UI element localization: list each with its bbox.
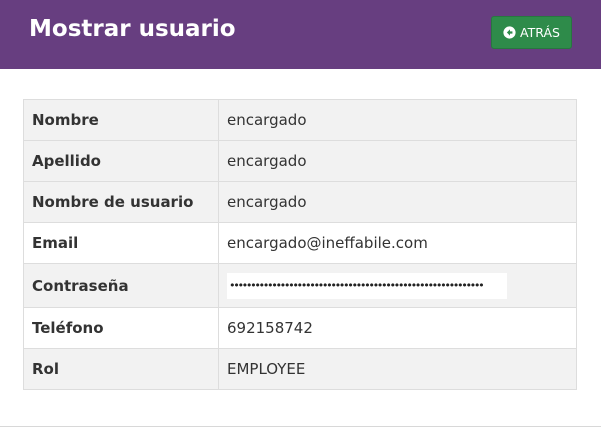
back-button[interactable]: ATRÁS <box>491 16 572 49</box>
table-row: Teléfono 692158742 <box>23 307 577 349</box>
table-row: Rol EMPLOYEE <box>23 348 577 390</box>
field-value: encargado <box>218 181 577 223</box>
field-value: encargado <box>218 140 577 182</box>
field-value: EMPLOYEE <box>218 348 577 390</box>
arrow-circle-left-icon <box>503 26 516 39</box>
page-title: Mostrar usuario <box>29 16 236 42</box>
field-label: Email <box>23 222 219 264</box>
user-details-table: Nombre encargado Apellido encargado Nomb… <box>23 99 577 390</box>
field-value: encargado <box>218 99 577 141</box>
table-row: Nombre de usuario encargado <box>23 181 577 223</box>
field-label: Contraseña <box>23 263 219 308</box>
page-header: Mostrar usuario ATRÁS <box>0 0 601 69</box>
field-label: Nombre <box>23 99 219 141</box>
table-row: Nombre encargado <box>23 99 577 141</box>
divider <box>0 426 601 427</box>
field-label: Teléfono <box>23 307 219 349</box>
field-label: Rol <box>23 348 219 390</box>
table-row: Apellido encargado <box>23 140 577 182</box>
field-value: 692158742 <box>218 307 577 349</box>
field-label: Nombre de usuario <box>23 181 219 223</box>
table-row: Email encargado@ineffabile.com <box>23 222 577 264</box>
field-value: encargado@ineffabile.com <box>218 222 577 264</box>
field-label: Apellido <box>23 140 219 182</box>
table-row: Contraseña •••••••••••••••••••••••••••••… <box>23 263 577 308</box>
back-button-label: ATRÁS <box>520 25 560 40</box>
password-field[interactable]: ••••••••••••••••••••••••••••••••••••••••… <box>227 272 507 299</box>
password-cell: ••••••••••••••••••••••••••••••••••••••••… <box>218 263 577 308</box>
